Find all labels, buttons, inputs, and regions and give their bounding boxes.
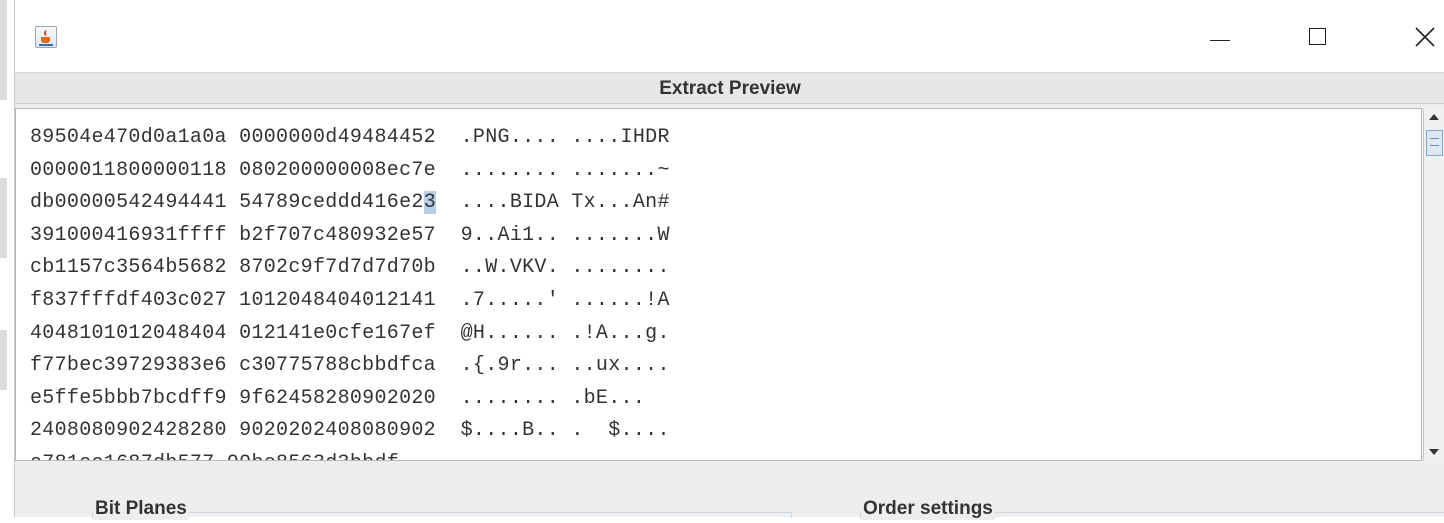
hex-line: 89504e470d0a1a0a 0000000d49484452 .PNG..… bbox=[30, 122, 670, 155]
hex-column-2: c30775788cbbdfca bbox=[239, 354, 436, 378]
ascii-column: ..W.VKV. ........ bbox=[460, 256, 670, 280]
hex-column-1: 391000416931ffff bbox=[30, 223, 227, 247]
hex-line: 4048101012048404 012141e0cfe167ef @H....… bbox=[30, 318, 670, 351]
hex-line: 391000416931ffff b2f707c480932e57 9..Ai1… bbox=[30, 220, 670, 253]
ascii-column: $....B.. . $.... bbox=[460, 419, 670, 443]
hex-column-1: f77bec39729383e6 bbox=[30, 354, 227, 378]
hex-column-2: 9f62458280902020 bbox=[239, 386, 436, 410]
hex-column-2: b2f707c480932e57 bbox=[239, 223, 436, 247]
extract-preview-header: Extract Preview bbox=[15, 72, 1444, 104]
scroll-thumb[interactable] bbox=[1426, 130, 1443, 156]
hex-preview-textarea[interactable]: 89504e470d0a1a0a 0000000d49484452 .PNG..… bbox=[15, 108, 1422, 461]
close-icon[interactable] bbox=[1410, 22, 1440, 52]
hex-line: e781ee1687db577 99bc8563d3bbdf ........ … bbox=[30, 448, 670, 460]
maximize-icon[interactable] bbox=[1303, 22, 1333, 52]
ascii-column: .7.....' ......!A bbox=[460, 288, 670, 312]
java-cup-icon[interactable] bbox=[35, 26, 57, 48]
hex-line: e5ffe5bbb7bcdff9 9f62458280902020 ......… bbox=[30, 383, 670, 416]
hex-column-1: 4048101012048404 bbox=[30, 321, 227, 345]
ascii-column: .PNG.... ....IHDR bbox=[460, 126, 670, 149]
ascii-column: ........ .bE... bbox=[460, 386, 646, 410]
ascii-column: ....BIDA Tx...An# bbox=[460, 191, 670, 215]
extract-preview-window: Extract Preview 89504e470d0a1a0a 0000000… bbox=[14, 0, 1444, 520]
hex-column-2: 8702c9f7d7d7d70b bbox=[239, 256, 436, 280]
hex-column-1: f837fffdf403c027 bbox=[30, 288, 227, 312]
text-selection: 3 bbox=[423, 191, 436, 215]
hex-column-1: 2408080902428280 bbox=[30, 419, 227, 443]
ascii-column: @H...... .!A...g. bbox=[460, 321, 670, 345]
minimize-icon[interactable] bbox=[1205, 22, 1235, 52]
ascii-column: .{.9r... ..ux.... bbox=[460, 354, 670, 378]
hex-column-2: 080200000008ec7e bbox=[239, 158, 436, 182]
hex-line: 0000011800000118 080200000008ec7e ......… bbox=[30, 155, 670, 188]
hex-column-1: 89504e470d0a1a0a bbox=[30, 126, 227, 149]
title-bar[interactable] bbox=[15, 0, 1444, 72]
bit-planes-group-border bbox=[92, 512, 792, 523]
hex-column-2: 0000000d49484452 bbox=[239, 126, 436, 149]
scroll-up-arrow-icon[interactable] bbox=[1429, 114, 1439, 120]
hex-column-2: 1012048404012141 bbox=[239, 288, 436, 312]
bit-planes-group-right-edge bbox=[791, 512, 792, 518]
hex-column-1: cb1157c3564b5682 bbox=[30, 256, 227, 280]
vertical-scrollbar[interactable] bbox=[1423, 108, 1444, 461]
hex-line: cb1157c3564b5682 8702c9f7d7d7d70b ..W.VK… bbox=[30, 252, 670, 285]
hex-line: 2408080902428280 9020202408080902 $....B… bbox=[30, 415, 670, 448]
extract-preview-title: Extract Preview bbox=[659, 78, 801, 99]
hex-column-1: db00000542494441 bbox=[30, 191, 227, 215]
hex-lines: 89504e470d0a1a0a 0000000d49484452 .PNG..… bbox=[30, 122, 670, 460]
ascii-column: 9..Ai1.. .......W bbox=[460, 223, 670, 247]
hex-line: db00000542494441 54789ceddd416e23 ....BI… bbox=[30, 187, 670, 220]
background-window-edge bbox=[0, 0, 14, 517]
hex-column-2: 54789ceddd416e2 bbox=[239, 191, 424, 215]
hex-column-2: 012141e0cfe167ef bbox=[239, 321, 436, 345]
ascii-column: ........ ....... bbox=[424, 452, 621, 460]
hex-column-2: 9020202408080902 bbox=[239, 419, 436, 443]
hex-column-1: e781ee1687db577 bbox=[30, 452, 215, 460]
hex-column-1: 0000011800000118 bbox=[30, 158, 227, 182]
hex-column-2: 99bc8563d3bbdf bbox=[227, 452, 399, 460]
scroll-down-arrow-icon[interactable] bbox=[1429, 449, 1439, 455]
hex-line: f837fffdf403c027 1012048404012141 .7....… bbox=[30, 285, 670, 318]
settings-area: Bit Planes Order settings bbox=[15, 461, 1444, 520]
hex-column-1: e5ffe5bbb7bcdff9 bbox=[30, 386, 227, 410]
hex-line: f77bec39729383e6 c30775788cbbdfca .{.9r.… bbox=[30, 350, 670, 383]
ascii-column: ........ .......~ bbox=[460, 158, 670, 182]
